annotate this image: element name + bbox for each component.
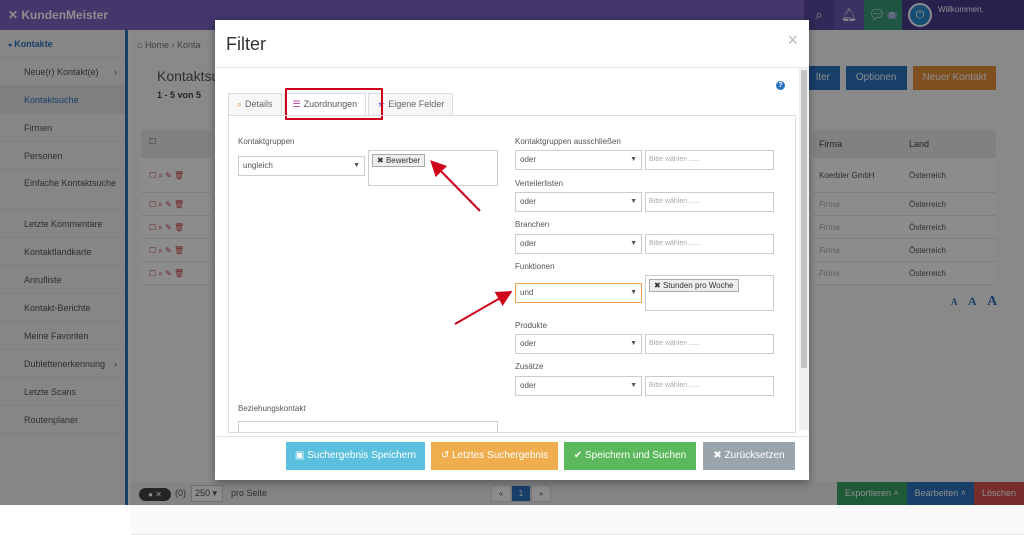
filter-form: Kontaktgruppen ungleich ▼ ✖ Bewerber Bezi… [228,115,796,433]
functions-tag-input[interactable]: ✖ Stunden pro Woche [645,275,774,311]
distribution-input[interactable]: Bitte wählen ...... [645,192,774,212]
save-result-button[interactable]: ▣ Suchergebnis Speichern [286,442,425,470]
close-icon[interactable]: × [787,30,798,51]
products-input[interactable]: Bitte wählen ...... [645,334,774,354]
groups-tag-label: Bewerber [385,156,421,165]
functions-tag-label: Stunden pro Woche [662,281,734,290]
modal-scrollbar-thumb[interactable] [801,70,807,368]
chevron-down-icon: ▼ [630,289,637,296]
groups-tag-input[interactable]: ✖ Bewerber [368,150,498,186]
help-icon[interactable]: ? [776,81,785,90]
distribution-operator-select[interactable]: oder ▼ [515,192,642,212]
chevron-down-icon: ▼ [630,198,637,205]
additions-label: Zusätze [515,362,544,371]
groups-label: Kontaktgruppen [238,137,295,146]
undo-icon: ↺ [440,450,452,461]
chevron-down-icon: ▼ [630,156,637,163]
branches-input[interactable]: Bitte wählen ...... [645,234,774,254]
exclude-operator-value: oder [520,155,537,164]
branches-operator-select[interactable]: oder ▼ [515,234,642,254]
tab-details-label: Details [245,99,273,109]
search-icon: ⌕ [237,99,243,109]
modal-divider [215,67,809,68]
footer-divider [215,436,809,437]
check-icon: ✔ [573,450,585,461]
chevron-down-icon: ▼ [630,240,637,247]
branches-operator-value: oder [520,239,537,248]
distribution-label: Verteilerlisten [515,179,564,188]
relation-input[interactable] [238,421,498,432]
groups-operator-value: ungleich [243,161,273,170]
remove-tag-icon[interactable]: ✖ [654,281,663,290]
functions-operator-value: und [520,288,534,297]
relation-label: Beziehungskontakt [238,404,306,413]
groups-tag[interactable]: ✖ Bewerber [372,154,426,167]
save-and-search-button[interactable]: ✔ Speichern und Suchen [564,442,696,470]
save-result-label: Suchergebnis Speichern [307,450,417,461]
branches-label: Branchen [515,220,550,229]
products-operator-select[interactable]: oder ▼ [515,334,642,354]
last-result-label: Letztes Suchergebnis [452,450,549,461]
last-result-button[interactable]: ↺ Letztes Suchergebnis [431,442,558,470]
filter-modal: Filter × ? ⌕ Details ☰ Zuordnungen ★ Eigene… [215,20,809,480]
chevron-down-icon: ▼ [630,382,637,389]
remove-tag-icon[interactable]: ✖ [377,156,386,165]
additions-operator-value: oder [520,381,537,390]
functions-label: Funktionen [515,262,555,271]
tab-custom-fields-label: Eigene Felder [388,99,445,109]
tab-details[interactable]: ⌕ Details [228,93,282,115]
functions-tag[interactable]: ✖ Stunden pro Woche [649,279,739,292]
chevron-down-icon: ▼ [353,162,360,169]
modal-title: Filter [226,34,266,54]
distribution-operator-value: oder [520,197,537,206]
reset-button[interactable]: ✖ Zurücksetzen [703,442,795,470]
groups-operator-select[interactable]: ungleich ▼ [238,156,365,176]
additions-input[interactable]: Bitte wählen ...... [645,376,774,396]
additions-operator-select[interactable]: oder ▼ [515,376,642,396]
reset-label: Zurücksetzen [724,450,785,461]
close-icon: ✖ [713,450,725,461]
exclude-operator-select[interactable]: oder ▼ [515,150,642,170]
save-and-search-label: Speichern und Suchen [584,450,687,461]
save-icon: ▣ [294,450,308,461]
exclude-groups-label: Kontaktgruppen ausschließen [515,137,621,146]
products-operator-value: oder [520,339,537,348]
functions-operator-select[interactable]: und ▼ [515,283,642,303]
products-label: Produkte [515,321,548,330]
chevron-down-icon: ▼ [630,340,637,347]
exclude-groups-input[interactable]: Bitte wählen ...... [645,150,774,170]
